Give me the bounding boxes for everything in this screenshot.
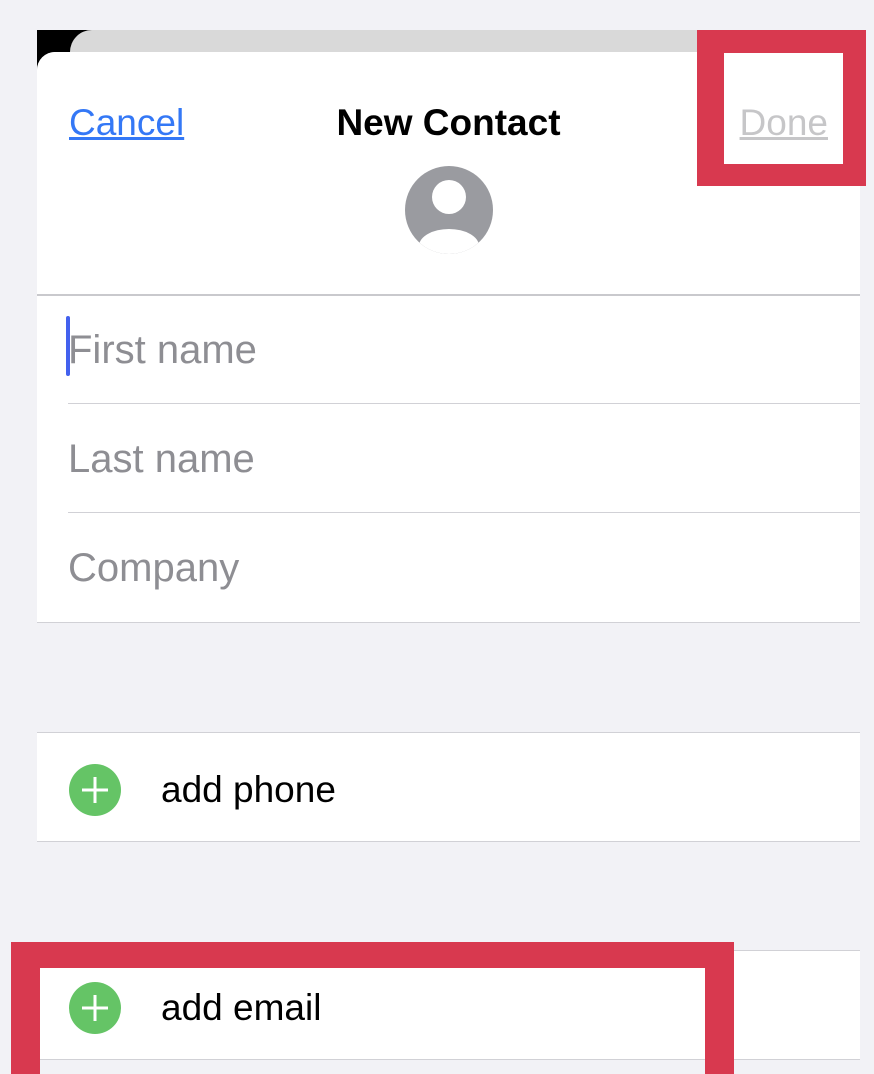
add-phone-label: add phone [161,769,336,810]
name-fields-group: First name Last name Company [37,296,860,623]
add-phone-row[interactable]: add phone [37,732,860,842]
first-name-field[interactable]: First name [68,296,860,404]
person-silhouette-icon [405,166,493,254]
first-name-placeholder: First name [68,328,257,372]
new-contact-sheet: Cancel New Contact Done First name Last … [37,52,860,1074]
text-cursor [66,316,70,376]
add-plus-icon [69,764,121,816]
add-email-highlight [11,942,734,1074]
avatar[interactable] [405,160,493,260]
company-placeholder: Company [68,546,240,590]
last-name-placeholder: Last name [68,437,255,481]
company-field[interactable]: Company [68,514,860,622]
last-name-field[interactable]: Last name [68,405,860,513]
done-button-highlight [697,30,866,186]
